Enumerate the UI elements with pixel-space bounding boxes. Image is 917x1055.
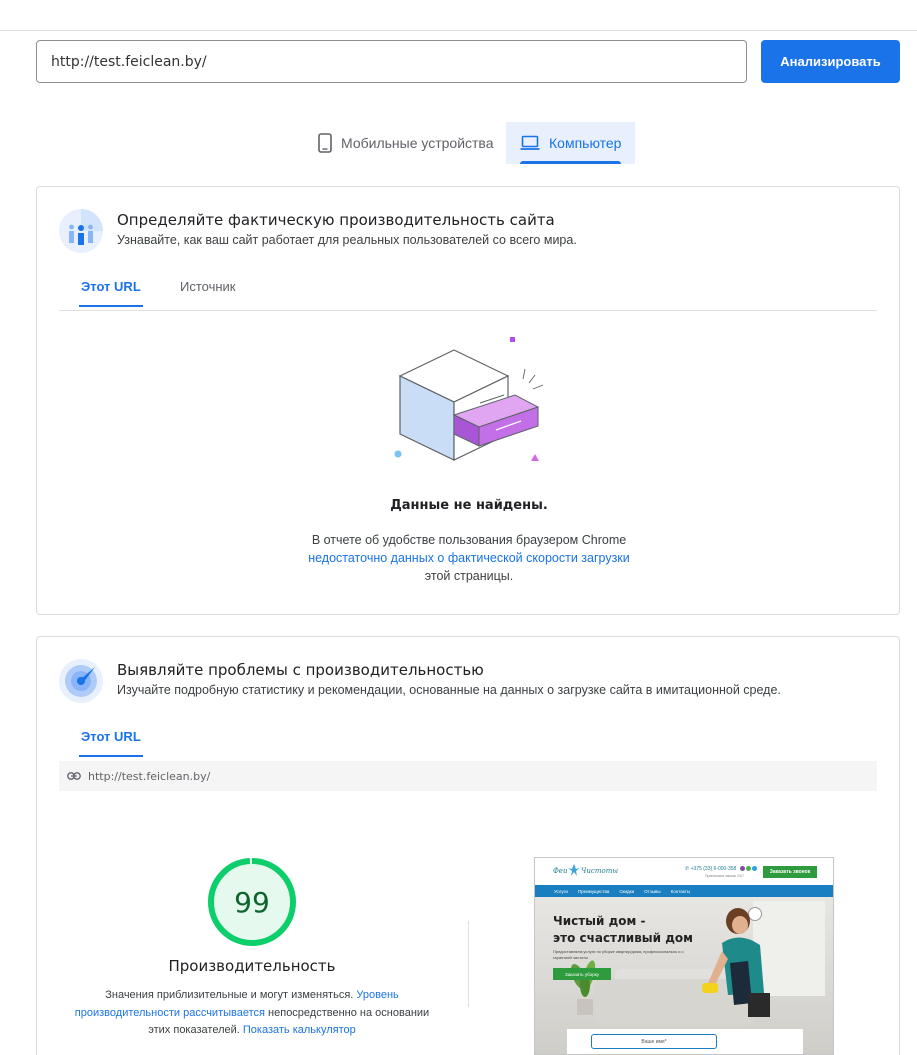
field-section-subtitle: Узнавайте, как ваш сайт работает для реа… xyxy=(117,233,577,247)
preview-logo-left: Феи xyxy=(553,867,568,875)
preview-headline-line1: Чистый дом - xyxy=(553,914,646,928)
cleaner-woman-image xyxy=(702,908,770,1017)
no-data-text-end: этой страницы. xyxy=(424,569,514,583)
link-icon xyxy=(67,772,81,780)
tab-desktop[interactable]: Компьютер xyxy=(506,122,635,164)
compass-target-icon xyxy=(59,659,103,703)
top-divider xyxy=(0,30,917,31)
show-calculator-link[interactable]: Показать калькулятор xyxy=(243,1024,356,1036)
performance-label: Производительность xyxy=(168,957,336,975)
preview-phone: ✆ +375 (33) 6-000-358 xyxy=(685,866,737,872)
tested-url: http://test.feiclean.by/ xyxy=(88,769,211,783)
field-section-title: Определяйте фактическую производительнос… xyxy=(117,211,555,229)
preview-header: Феи Чистоты ✆ +375 (33) 6-000-358 Приним… xyxy=(535,858,833,884)
field-tabs: Этот URL Источник xyxy=(59,269,877,311)
field-data-card: Определяйте фактическую производительнос… xyxy=(36,186,900,615)
preview-paragraph: Предоставляем услуги по уборке квартир/д… xyxy=(553,949,684,960)
preview-name-input: Ваше имя* xyxy=(591,1034,717,1049)
no-data-text: В отчете об удобстве пользования браузер… xyxy=(307,531,631,585)
analyze-button[interactable]: Анализировать xyxy=(761,40,900,83)
messenger-icons xyxy=(740,866,757,871)
users-chart-icon xyxy=(59,209,103,253)
preview-hero: Чистый дом - это счастливый дом Предостав… xyxy=(535,897,833,1054)
fairy-logo-icon xyxy=(568,864,580,876)
tab-mobile[interactable]: Мобильные устройства xyxy=(310,122,506,164)
tab-lab-this-url[interactable]: Этот URL xyxy=(79,729,143,757)
plant-image xyxy=(570,960,596,1015)
tab-origin[interactable]: Источник xyxy=(180,279,236,307)
preview-nav-item: Контакты xyxy=(670,888,691,894)
preview-order-button: Заказать звонок xyxy=(763,866,817,878)
lab-section-title: Выявляйте проблемы с производительностью xyxy=(117,661,484,679)
smartphone-icon xyxy=(318,133,332,153)
preview-phone-number: +375 (33) 6-000-358 xyxy=(690,866,737,872)
no-data-text-start: В отчете об удобстве пользования браузер… xyxy=(311,533,627,547)
device-tabs: Мобильные устройства Компьютер xyxy=(0,122,917,166)
tab-desktop-label: Компьютер xyxy=(549,135,622,151)
preview-nav: Услуги Преимущества Скидки Отзывы Контак… xyxy=(535,885,833,897)
preview-cta-button: Заказать уборку xyxy=(553,968,611,980)
preview-headline-line2: это счастливый дом xyxy=(553,931,693,945)
lab-section-subtitle: Изучайте подробную статистику и рекоменд… xyxy=(117,683,781,697)
empty-drawer-illustration xyxy=(392,333,552,463)
section-divider xyxy=(468,921,469,1007)
preview-phone-sub: Принимаем заказы 24/7 xyxy=(705,874,744,878)
url-input[interactable] xyxy=(36,40,747,83)
performance-note: Значения приблизительные и могут изменят… xyxy=(67,987,437,1040)
insufficient-data-link[interactable]: недостаточно данных о фактической скорос… xyxy=(308,551,630,565)
tested-url-bar: http://test.feiclean.by/ xyxy=(59,761,877,791)
preview-nav-item: Отзывы xyxy=(644,888,661,894)
no-data-title: Данные не найдены. xyxy=(390,498,548,513)
lab-data-card: Выявляйте проблемы с производительностью… xyxy=(36,636,900,1055)
preview-nav-item: Скидки xyxy=(619,888,635,894)
note-start: Значения приблизительные и могут изменят… xyxy=(105,989,357,1001)
preview-nav-item: Преимущества xyxy=(577,888,610,894)
tab-this-url[interactable]: Этот URL xyxy=(79,279,143,307)
preview-logo-right: Чистоты xyxy=(581,867,619,875)
lab-tabs: Этот URL xyxy=(59,719,877,761)
preview-nav-item: Услуги xyxy=(554,888,568,894)
performance-score: 99 xyxy=(234,885,270,919)
tab-mobile-label: Мобильные устройства xyxy=(341,135,494,151)
laptop-icon xyxy=(520,135,540,151)
preview-headline: Чистый дом - это счастливый дом xyxy=(553,913,693,947)
page-screenshot-preview: Феи Чистоты ✆ +375 (33) 6-000-358 Приним… xyxy=(534,857,834,1055)
